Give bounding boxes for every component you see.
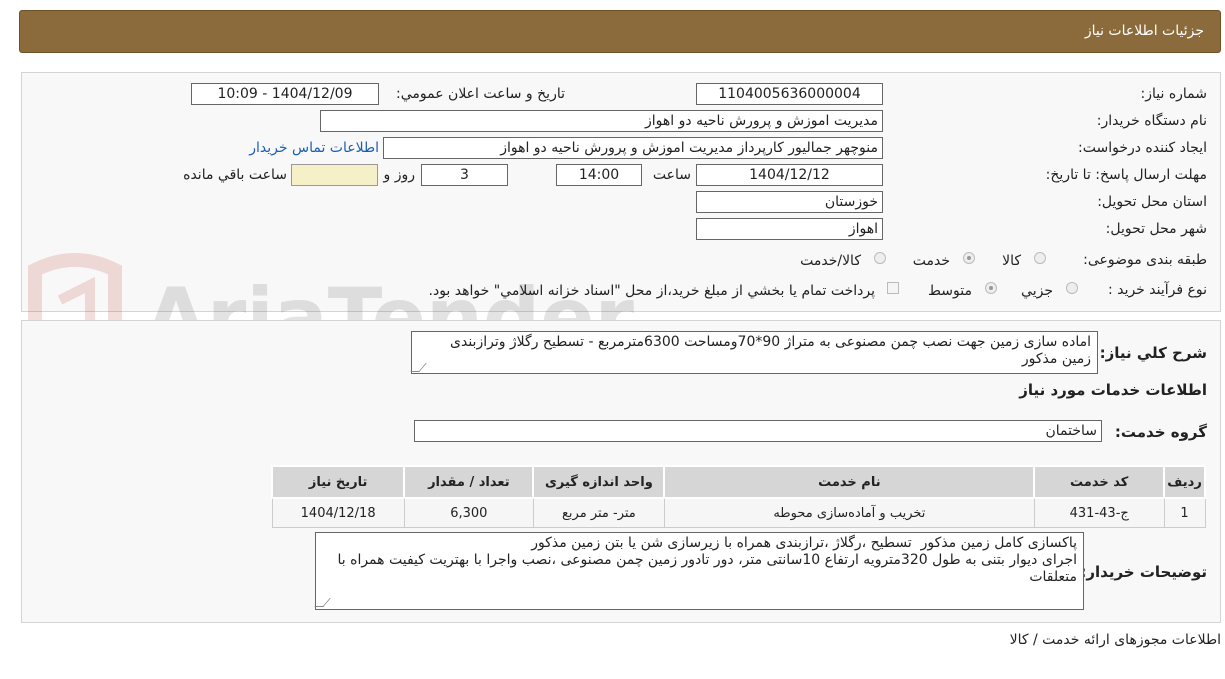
permits-link[interactable]: اطلاعات مجوزهای ارائه خدمت / کالا (1010, 632, 1221, 648)
page-header: جزئیات اطلاعات نیاز (19, 10, 1221, 53)
deadline-label: مهلت ارسال پاسخ: تا تاريخ: (1045, 167, 1207, 183)
city-field[interactable]: اهواز (696, 218, 883, 240)
buyer-org-field[interactable]: مديريت اموزش و پرورش ناحيه دو اهواز (320, 110, 883, 132)
summary-textarea[interactable]: اماده سازی زمین جهت نصب چمن مصنوعی به مت… (411, 331, 1098, 374)
cell-need-date: 1404/12/18 (271, 497, 405, 528)
cell-quantity: 6,300 (403, 497, 534, 528)
process-radio-minor[interactable] (1066, 282, 1078, 294)
services-heading: اطلاعات خدمات مورد نياز (1019, 381, 1207, 399)
city-label: شهر محل تحويل: (1105, 221, 1207, 237)
hours-remaining-label: ساعت باقي مانده (183, 167, 287, 183)
hours-remaining-field[interactable] (291, 164, 378, 186)
cell-row-number: 1 (1163, 497, 1206, 528)
category-radio-goods-service[interactable] (874, 252, 886, 264)
category-option-goods: کالا (1002, 253, 1021, 269)
province-label: استان محل تحويل: (1097, 194, 1207, 210)
announce-label: تاریخ و ساعت اعلان عمومي: (396, 86, 565, 102)
announce-field[interactable]: 1404/12/09 - 10:09 (191, 83, 379, 105)
summary-text: اماده سازی زمین جهت نصب چمن مصنوعی به مت… (450, 334, 1091, 367)
province-field[interactable]: خوزستان (696, 191, 883, 213)
col-header-need-date: تاريخ نياز (270, 465, 406, 499)
buyer-notes-textarea[interactable]: پاکسازی کامل زمین مذکور تسطیح ،رگلاژ ،تر… (315, 532, 1084, 610)
table-header-row: رديف کد خدمت نام خدمت واحد اندازه گيری ت… (270, 465, 1206, 499)
category-label: طبقه بندی موضوعی: (1083, 252, 1207, 268)
creator-field[interactable]: منوچهر جماليور کارپرداز مديريت اموزش و پ… (383, 137, 883, 159)
buyer-notes-label: توضيحات خريدار: (1080, 563, 1207, 581)
service-group-field[interactable]: ساختمان (414, 420, 1102, 442)
buyer-org-label: نام دستگاه خريدار: (1096, 113, 1207, 129)
services-table: رديف کد خدمت نام خدمت واحد اندازه گيری ت… (270, 465, 1206, 528)
process-option-minor: جزيي (1021, 283, 1053, 299)
creator-label: ايجاد کننده درخواست: (1078, 140, 1207, 156)
page-title: جزئیات اطلاعات نیاز (1084, 23, 1204, 39)
cell-service-name: تخريب و آماده‌سازی محوطه (663, 497, 1035, 528)
need-number-field[interactable]: 1104005636000004 (696, 83, 883, 105)
deadline-time-field[interactable]: 14:00 (556, 164, 642, 186)
col-header-row-number: رديف (1163, 465, 1206, 499)
deadline-date-field[interactable]: 1404/12/12 (696, 164, 883, 186)
category-option-goods-service: کالا/خدمت (800, 253, 861, 269)
table-row: 1 ج-43-431 تخريب و آماده‌سازی محوطه متر-… (271, 497, 1206, 528)
buyer-contact-link[interactable]: اطلاعات تماس خريدار (249, 140, 379, 156)
service-group-label: گروه خدمت: (1114, 423, 1207, 441)
col-header-unit: واحد اندازه گيری (532, 465, 666, 499)
payment-note: پرداخت تمام يا بخشي از مبلغ خريد،از محل … (428, 283, 875, 299)
days-remaining-field[interactable]: 3 (421, 164, 508, 186)
cell-unit: متر- متر مربع (532, 497, 665, 528)
need-number-label: شماره نیاز: (1140, 86, 1208, 102)
cell-service-code: ج-43-431 (1033, 497, 1165, 528)
process-option-medium: متوسط (928, 283, 972, 299)
need-info-panel (21, 72, 1221, 312)
col-header-quantity: تعداد / مقدار (403, 465, 535, 499)
category-radio-service[interactable] (963, 252, 975, 264)
category-radio-goods[interactable] (1034, 252, 1046, 264)
process-radio-medium[interactable] (985, 282, 997, 294)
deadline-time-label: ساعت (652, 167, 691, 183)
buyer-notes-text: پاکسازی کامل زمین مذکور تسطیح ،رگلاژ ،تر… (337, 535, 1078, 585)
days-label: روز و (383, 167, 416, 183)
col-header-service-name: نام خدمت (663, 465, 1036, 499)
process-label: نوع فرآيند خريد : (1108, 282, 1207, 298)
treasury-checkbox[interactable] (887, 282, 899, 294)
summary-label: شرح کلي نياز: (1099, 344, 1207, 362)
col-header-service-code: کد خدمت (1033, 465, 1166, 499)
category-option-service: خدمت (912, 253, 950, 269)
